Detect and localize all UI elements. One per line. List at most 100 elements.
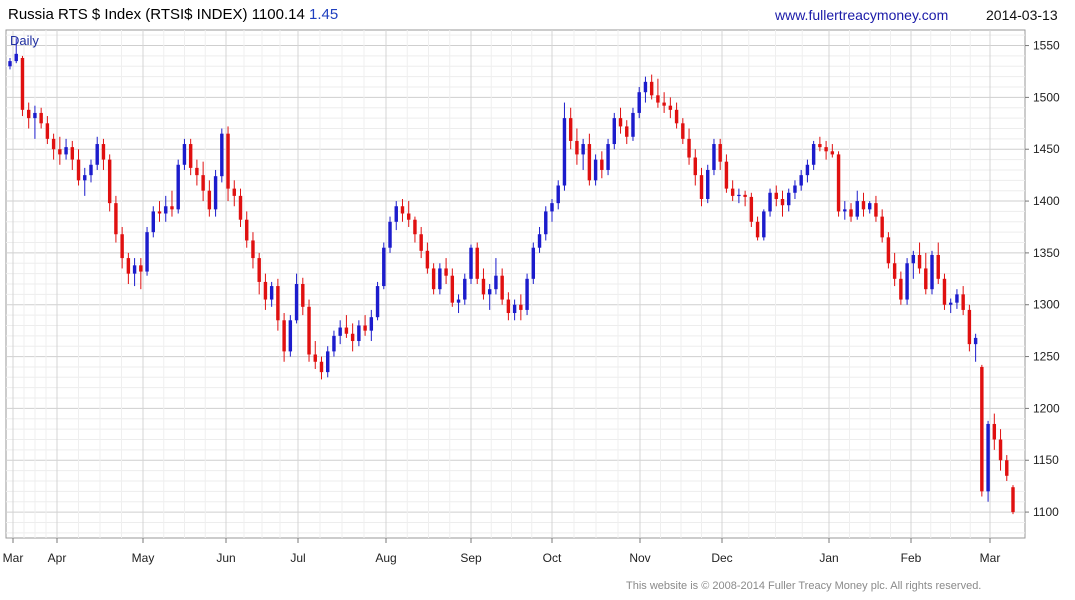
- candle-body: [64, 147, 68, 155]
- candle-body: [114, 203, 118, 235]
- candle-body: [45, 123, 50, 139]
- candle: [382, 242, 386, 290]
- candle-body: [132, 265, 137, 274]
- candle: [836, 151, 841, 217]
- candle: [20, 55, 25, 117]
- candle-body: [743, 194, 747, 197]
- candle-body: [780, 198, 785, 206]
- x-tick-label: Jan: [819, 551, 838, 565]
- candle-body: [170, 206, 174, 210]
- candle-body: [656, 95, 660, 103]
- candle-body: [917, 254, 922, 269]
- candle-body: [625, 126, 629, 137]
- candle-body: [818, 144, 822, 148]
- candle: [220, 128, 224, 183]
- candle-body: [463, 278, 467, 300]
- candle-body: [33, 112, 37, 119]
- candle-body: [581, 144, 585, 155]
- candle-body: [612, 118, 617, 145]
- candle-body: [1011, 487, 1015, 513]
- candle-body: [693, 157, 697, 176]
- candle-body: [930, 254, 934, 290]
- candle-body: [519, 304, 523, 310]
- candle: [1011, 485, 1015, 515]
- candle: [762, 209, 766, 241]
- candle-body: [544, 211, 548, 235]
- candle-body: [587, 144, 592, 181]
- y-tick-label: 1400: [1033, 194, 1060, 208]
- candle-body: [8, 61, 12, 67]
- candle: [986, 420, 990, 502]
- candle-body: [58, 149, 62, 155]
- candle-body: [830, 151, 835, 155]
- x-tick-label: Apr: [48, 551, 67, 565]
- candle-body: [793, 185, 797, 193]
- candle: [288, 315, 293, 357]
- candle-body: [681, 123, 685, 139]
- candle-body: [525, 278, 529, 310]
- candle-body: [618, 118, 623, 127]
- candle-body: [120, 234, 124, 259]
- candle-body: [164, 206, 168, 214]
- candle-body: [843, 209, 847, 212]
- candle-body: [319, 361, 324, 373]
- candle-body: [662, 102, 666, 106]
- candle-body: [107, 159, 112, 204]
- y-tick-label: 1300: [1033, 298, 1060, 312]
- candlestick-chart: 1100 1150 1200 1250 1300 1350 1400 1450 1500 1550…: [3, 29, 1060, 565]
- candle-body: [556, 185, 560, 204]
- x-tick-label: Feb: [901, 551, 922, 565]
- candle-body: [643, 81, 648, 93]
- candle-body: [232, 188, 236, 196]
- candle-body: [967, 309, 972, 345]
- candle-body: [207, 190, 212, 210]
- candle-body: [419, 234, 423, 251]
- candle-body: [886, 237, 891, 264]
- candle: [942, 273, 947, 310]
- candle-body: [506, 299, 511, 314]
- candle-body: [899, 278, 903, 300]
- candle-body: [431, 268, 436, 290]
- candle-body: [157, 211, 162, 214]
- candle-body: [649, 81, 654, 96]
- candle-body: [70, 147, 75, 160]
- candle-body: [20, 57, 25, 110]
- candle-body: [961, 294, 965, 310]
- candle-body: [375, 286, 380, 318]
- candle-body: [39, 112, 43, 124]
- candle-body: [575, 140, 579, 155]
- candle: [375, 281, 380, 321]
- x-tick-label: Sep: [460, 551, 482, 565]
- candle-body: [924, 268, 928, 290]
- candle-body: [737, 194, 741, 197]
- candle-body: [14, 53, 18, 62]
- candle-body: [288, 320, 293, 352]
- x-tick-label: Dec: [711, 551, 732, 565]
- candle-body: [762, 211, 766, 238]
- candle-body: [83, 175, 87, 181]
- candle-body: [992, 423, 997, 440]
- candle-body: [444, 268, 448, 276]
- candle-body: [861, 201, 866, 210]
- candle-body: [276, 286, 280, 321]
- candle-body: [226, 133, 230, 189]
- candle-body: [369, 317, 374, 331]
- candle: [930, 250, 934, 295]
- candle-body: [176, 164, 180, 210]
- candle: [176, 159, 180, 214]
- candle-body: [868, 203, 872, 210]
- candle-body: [213, 176, 218, 210]
- candle-body: [350, 333, 355, 342]
- candle-body: [730, 188, 735, 196]
- candle-body: [674, 109, 679, 124]
- candle-body: [874, 203, 878, 217]
- y-tick-label: 1150: [1033, 453, 1059, 467]
- candle: [531, 242, 536, 284]
- candle-body: [145, 232, 149, 272]
- candle-body: [537, 234, 542, 248]
- copyright-footer: This website is © 2008-2014 Fuller Treac…: [626, 580, 982, 592]
- x-tick-label: Mar: [980, 551, 1001, 565]
- candle-body: [76, 159, 81, 181]
- x-tick-label: Mar: [3, 551, 24, 565]
- candle-body: [282, 320, 286, 352]
